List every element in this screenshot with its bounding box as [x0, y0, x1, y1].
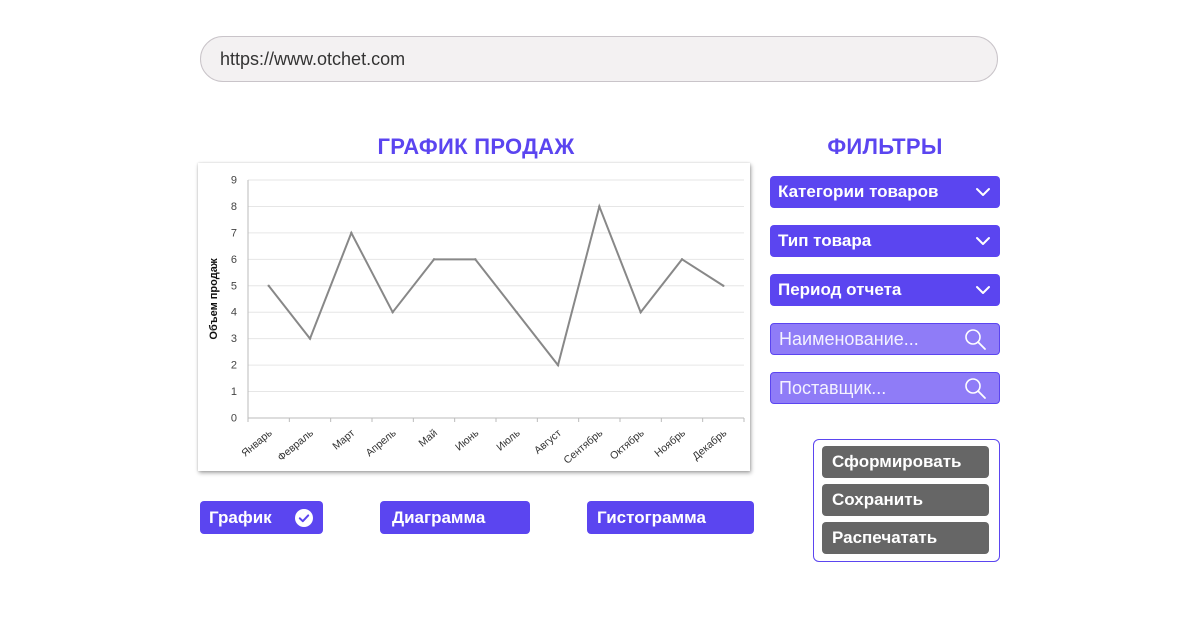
data-point [474, 258, 477, 261]
data-point [680, 258, 684, 261]
data-point [515, 311, 518, 314]
save-button[interactable]: Сохранить [822, 484, 989, 516]
product-type-dropdown-label: Тип товара [778, 231, 872, 250]
category-dropdown[interactable]: Категории товаров [770, 176, 1000, 208]
x-tick-label: Март [330, 427, 357, 452]
data-point [350, 231, 353, 235]
search-icon[interactable] [963, 376, 987, 400]
save-button-label: Сохранить [832, 490, 924, 509]
data-point [391, 311, 394, 314]
product-type-dropdown[interactable]: Тип товара [770, 225, 1000, 257]
x-tick-label: Октябрь [608, 427, 647, 463]
report-period-dropdown[interactable]: Период отчета [770, 274, 1000, 306]
x-tick-label: Апрель [364, 427, 399, 459]
data-point [556, 363, 560, 367]
category-dropdown-label: Категории товаров [778, 182, 939, 201]
chevron-down-icon [976, 237, 990, 245]
chart-section-title: ГРАФИК ПРОДАЖ [377, 134, 575, 159]
x-tick-label: Февраль [276, 427, 317, 464]
search-icon[interactable] [963, 327, 987, 351]
data-point [598, 205, 601, 208]
generate-button[interactable]: Сформировать [822, 446, 989, 478]
y-tick-label: 0 [231, 413, 237, 425]
x-tick-label: Август [532, 427, 564, 457]
x-tick-label: Ноябрь [652, 427, 688, 460]
chart-type-histogram-button[interactable]: Гистограмма [587, 501, 754, 534]
print-button-label: Распечатать [832, 528, 938, 547]
data-point [432, 258, 436, 261]
chart-type-diagram-label: Диаграмма [392, 507, 486, 527]
data-point [639, 311, 642, 314]
y-tick-label: 7 [231, 227, 237, 239]
url-text: https://www.otchet.com [220, 48, 406, 69]
sales-chart: 0 1 2 3 4 5 6 7 8 9 Январь Февраль Март Апрель Май Июнь… [198, 163, 750, 471]
y-axis-title: Объем продаж [208, 258, 220, 339]
chevron-down-icon [976, 188, 990, 196]
y-tick-label: 9 [231, 175, 237, 187]
x-tick-label: Сентябрь [562, 427, 606, 467]
y-tick-label: 2 [231, 360, 237, 372]
data-point [267, 284, 270, 287]
y-tick-label: 4 [231, 307, 237, 319]
x-tick-label: Июль [494, 427, 523, 454]
x-tick-label: Июнь [453, 427, 482, 454]
y-tick-label: 5 [231, 280, 237, 292]
chart-type-diagram-button[interactable]: Диаграмма [380, 501, 530, 534]
filters-title: ФИЛЬТРЫ [827, 134, 943, 159]
chart-type-line-button[interactable]: График [200, 501, 323, 534]
print-button[interactable]: Распечатать [822, 522, 989, 554]
x-tick-label: Май [416, 427, 440, 450]
chart-type-line-label: График [209, 507, 272, 527]
chevron-down-icon [976, 286, 990, 294]
data-point [722, 284, 725, 287]
address-bar[interactable]: https://www.otchet.com [200, 36, 998, 82]
y-tick-label: 6 [231, 254, 237, 266]
sales-line-chart: 0 1 2 3 4 5 6 7 8 9 Январь Февраль Март Апрель Май Июнь… [208, 175, 745, 467]
y-tick-label: 8 [231, 201, 237, 213]
actions-panel: Сформировать Сохранить Распечатать [813, 439, 1000, 562]
y-tick-label: 3 [231, 333, 237, 345]
x-tick-label: Январь [239, 427, 275, 460]
data-point [308, 337, 312, 340]
check-circle-icon [295, 509, 313, 527]
x-tick-label: Декабрь [690, 427, 729, 463]
chart-type-histogram-label: Гистограмма [597, 507, 706, 527]
generate-button-label: Сформировать [832, 452, 962, 471]
y-tick-label: 1 [231, 386, 237, 398]
report-period-dropdown-label: Период отчета [778, 280, 902, 299]
